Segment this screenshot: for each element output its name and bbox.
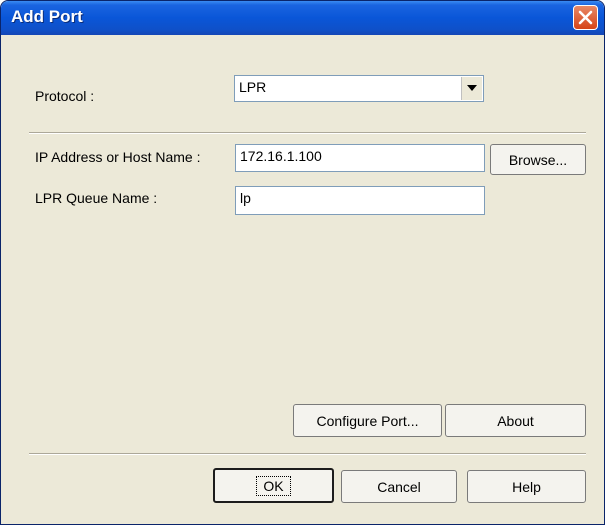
separator-bottom xyxy=(29,453,586,455)
dialog-body: Protocol : LPR IP Address or Host Name :… xyxy=(4,35,601,521)
browse-button[interactable]: Browse... xyxy=(490,144,586,175)
cancel-button[interactable]: Cancel xyxy=(341,470,457,503)
protocol-select[interactable]: LPR xyxy=(234,75,484,102)
title-bar: Add Port xyxy=(1,1,604,35)
ip-address-label: IP Address or Host Name : xyxy=(35,149,201,165)
protocol-label: Protocol : xyxy=(35,88,95,104)
ok-button-label: OK xyxy=(256,475,291,496)
configure-port-button[interactable]: Configure Port... xyxy=(293,404,442,437)
separator-top xyxy=(29,132,586,134)
about-button[interactable]: About xyxy=(445,404,586,437)
protocol-value: LPR xyxy=(239,79,267,95)
protocol-dropdown-button[interactable] xyxy=(461,77,482,100)
chevron-down-icon xyxy=(467,85,477,91)
close-button[interactable] xyxy=(573,5,598,30)
queue-name-input[interactable]: lp xyxy=(235,186,485,215)
queue-name-label: LPR Queue Name : xyxy=(35,190,158,206)
ip-address-input[interactable]: 172.16.1.100 xyxy=(235,144,485,172)
window-title: Add Port xyxy=(11,7,83,26)
help-button[interactable]: Help xyxy=(467,470,586,503)
add-port-dialog: Add Port Protocol : LPR IP Address or Ho… xyxy=(0,0,605,525)
ok-button[interactable]: OK xyxy=(213,468,334,503)
